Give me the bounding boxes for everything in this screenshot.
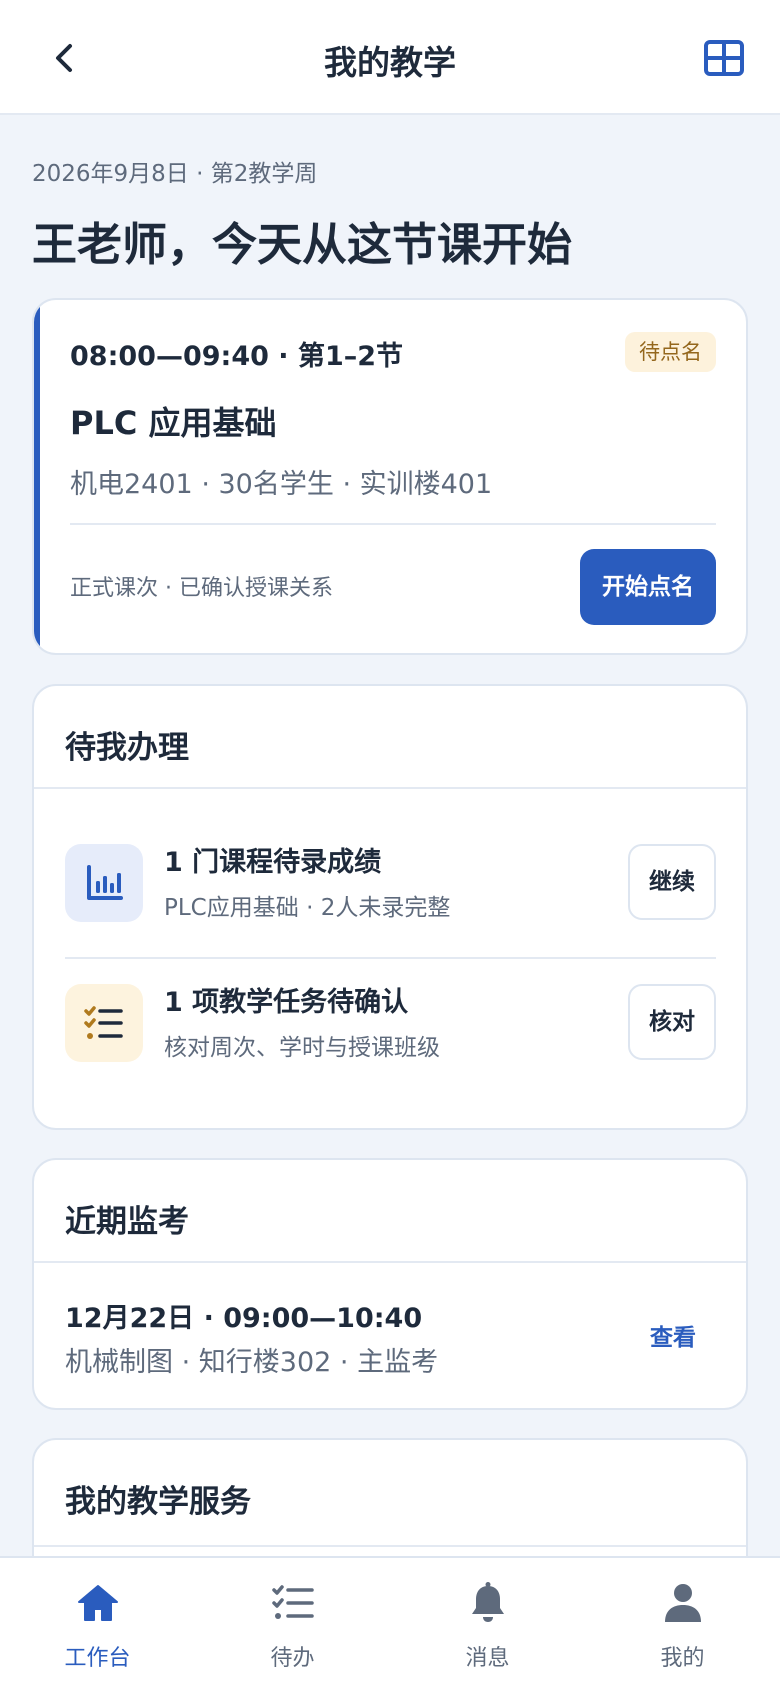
separator-dot: · [201,469,219,500]
exam-date: 12月22日 [65,1303,195,1334]
date-line: 2026年9月8日 · 第2教学周 [32,154,317,188]
top-bar: 我的教学 [0,0,780,115]
start-roll-call-button[interactable]: 开始点名 [580,549,716,625]
verify-button[interactable]: 核对 [628,984,716,1060]
todo-item-task[interactable]: 1 项教学任务待确认 核对周次、学时与授课班级 核对 [34,972,746,1072]
exam-time: 09:00—10:40 [223,1303,423,1334]
student-count: 30名学生 [218,469,334,500]
classroom: 实训楼401 [359,469,493,500]
todo-subtitle: PLC应用基础 · 2人未录完整 [164,888,450,922]
separator-dot: · [181,1347,199,1378]
nav-label: 待办 [270,1646,315,1671]
divider [65,957,716,959]
separator-dot: · [203,1303,224,1334]
course-meta: 机电2401 · 30名学生 · 实训楼401 [70,462,492,501]
separator-dot: · [339,1347,358,1378]
nav-label: 消息 [465,1646,510,1671]
greeting-heading: 王老师，今天从这节课开始 [32,218,573,271]
teaching-week: 第2教学周 [210,161,318,187]
grid-menu-button[interactable] [704,40,744,76]
view-exam-link[interactable]: 查看 [650,1318,696,1352]
course-status-line: 正式课次 · 已确认授课关系 [70,570,333,602]
nav-item-workbench[interactable]: 工作台 [0,1558,195,1688]
exam-subject: 机械制图 [65,1347,173,1378]
nav-label: 工作台 [64,1646,131,1671]
nav-label: 我的 [660,1646,705,1671]
todo-icon-box [65,844,143,922]
exam-location: 知行楼302 [198,1347,332,1378]
current-class-card[interactable]: 08:00—09:40 · 第1–2节 待点名 PLC 应用基础 机电2401 … [32,298,748,655]
class-type: 正式课次 [70,576,159,601]
separator-dot: · [306,895,321,921]
class-period: 第1–2节 [297,341,404,372]
exam-time-line: 12月22日 · 09:00—10:40 [65,1296,422,1335]
separator-dot: · [278,341,298,372]
grid-icon [704,40,744,76]
todo-title: 1 门课程待录成绩 [164,847,382,878]
bottom-navigation: 工作台 待办 消息 我的 [0,1556,780,1688]
todo-card: 待我办理 1 门课程待录成绩 PLC应用基础 · 2人未录完整 继续 1 项教学… [32,684,748,1130]
divider [34,787,746,789]
bell-icon [472,1582,504,1622]
exam-meta: 机械制图 · 知行楼302 · 主监考 [65,1340,438,1379]
user-icon [665,1584,701,1622]
current-date: 2026年9月8日 [32,161,189,187]
todo-icon-box [65,984,143,1062]
divider [34,1261,746,1263]
class-name: 机电2401 [70,469,193,500]
todo-subtitle: 核对周次、学时与授课班级 [164,1035,440,1061]
todo-course: PLC应用基础 [164,895,299,921]
nav-item-profile[interactable]: 我的 [585,1558,780,1688]
status-badge: 待点名 [625,332,716,372]
card-accent-bar [34,300,40,653]
invigilation-section-title: 近期监考 [65,1204,189,1240]
checklist-icon [84,1006,123,1039]
todo-section-title: 待我办理 [65,730,189,766]
todo-detail: 2人未录完整 [320,895,451,921]
class-time-line: 08:00—09:40 · 第1–2节 [70,334,403,373]
separator-dot: · [342,469,360,500]
teaching-relation: 已确认授课关系 [179,576,334,601]
checklist-icon [272,1585,314,1619]
todo-title: 1 项教学任务待确认 [164,987,409,1018]
separator-dot: · [196,161,211,187]
class-time: 08:00—09:40 [70,341,269,372]
separator-dot: · [165,576,180,601]
nav-item-messages[interactable]: 消息 [390,1558,585,1688]
exam-role: 主监考 [357,1347,439,1378]
nav-item-todo[interactable]: 待办 [195,1558,390,1688]
course-name: PLC 应用基础 [70,404,277,442]
divider [34,1545,746,1547]
invigilation-card: 近期监考 12月22日 · 09:00—10:40 机械制图 · 知行楼302 … [32,1158,748,1410]
todo-item-grades[interactable]: 1 门课程待录成绩 PLC应用基础 · 2人未录完整 继续 [34,832,746,932]
bar-chart-icon [87,865,123,900]
services-section-title: 我的教学服务 [65,1484,251,1520]
home-icon [78,1585,118,1621]
page-title: 我的教学 [324,43,456,82]
continue-button[interactable]: 继续 [628,844,716,920]
divider [70,523,716,525]
